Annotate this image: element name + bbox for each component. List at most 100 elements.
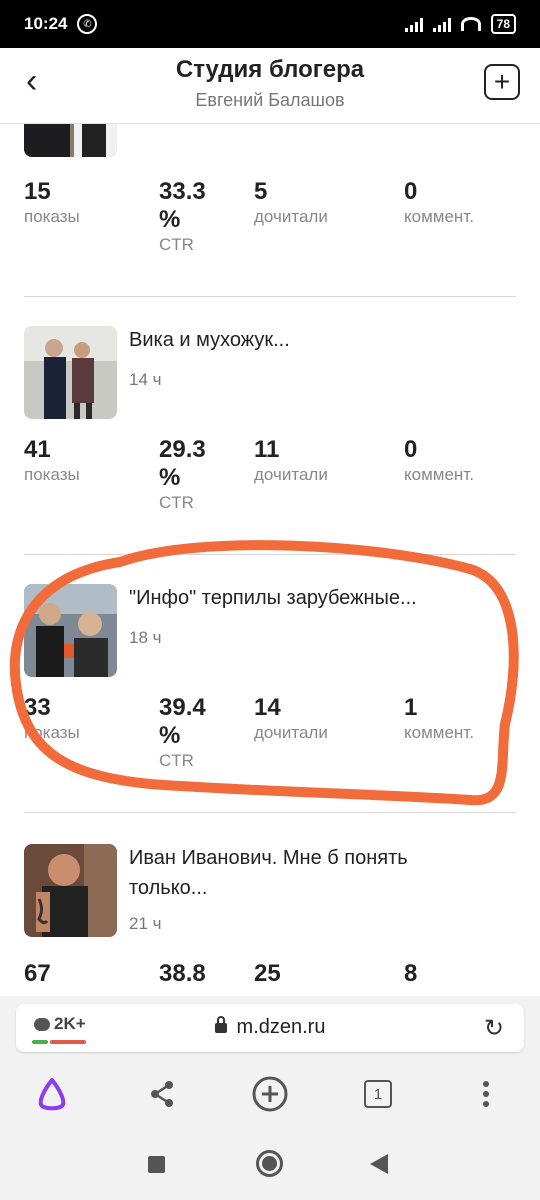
- stat-ctr-value: 39.4 %: [159, 694, 206, 749]
- triangle-back-icon: [370, 1154, 388, 1174]
- url-bar[interactable]: 2K+ m.dzen.ru ↻: [16, 1004, 524, 1052]
- stat-read-value: 25: [254, 960, 281, 987]
- stat-ctr: 39.4 % CTR: [159, 694, 219, 772]
- new-tab-button[interactable]: [248, 1072, 292, 1116]
- tab-count: 1: [373, 1085, 383, 1103]
- posts-list: 15 показы 33.3 % CTR 5 дочитали 0 коммен…: [0, 124, 540, 996]
- square-icon: [148, 1156, 165, 1173]
- stat-read-label: дочитали: [254, 465, 328, 484]
- circle-icon: [256, 1150, 283, 1177]
- stat-read-label: дочитали: [254, 723, 328, 742]
- stat-ctr: 29.3 % CTR: [159, 436, 219, 514]
- stat-comments-value: 1: [404, 694, 418, 721]
- stat-ctr-value: 38.8: [159, 960, 206, 987]
- alice-icon: [38, 1078, 66, 1111]
- back-button[interactable]: [370, 1154, 388, 1179]
- browser-toolbar: 1: [0, 1058, 540, 1128]
- viber-icon: ✆: [77, 14, 98, 34]
- post-title[interactable]: "Инфо" терпилы зарубежные...: [129, 584, 417, 613]
- share-button[interactable]: [140, 1072, 184, 1116]
- stat-ctr: 33.3 % CTR: [159, 178, 219, 256]
- recent-apps-button[interactable]: [148, 1156, 165, 1173]
- status-bar: 10:24 ✆ 78: [0, 0, 540, 48]
- system-nav-bar: [0, 1128, 540, 1200]
- stat-ctr-value: 33.3 %: [159, 178, 206, 233]
- stat-comments-label: коммент.: [404, 207, 474, 226]
- stat-ctr-label: CTR: [159, 751, 194, 770]
- stat-views-label: показы: [24, 207, 80, 226]
- stat-read: 14 дочитали: [254, 694, 328, 744]
- post-age: 14 ч: [129, 370, 162, 389]
- stat-views-value: 33: [24, 694, 51, 721]
- status-time: 10:24: [24, 14, 68, 33]
- post-title-line2[interactable]: только...: [129, 874, 207, 903]
- post-item[interactable]: 15 показы 33.3 % CTR 5 дочитали 0 коммен…: [24, 124, 516, 334]
- stat-read-value: 5: [254, 178, 268, 205]
- stat-read: 25: [254, 960, 281, 988]
- post-thumbnail: [24, 124, 117, 157]
- post-title[interactable]: Вика и мухожук...: [129, 326, 290, 355]
- more-menu-button[interactable]: [464, 1072, 508, 1116]
- stat-comments-value: 0: [404, 436, 418, 463]
- plus-circle-icon: [252, 1076, 288, 1112]
- home-button[interactable]: [256, 1150, 283, 1177]
- stat-comments-value: 0: [404, 178, 418, 205]
- divider: [24, 812, 516, 813]
- stat-comments-value: 8: [404, 960, 418, 987]
- stat-comments: 1 коммент.: [404, 694, 474, 744]
- alice-button[interactable]: [30, 1072, 74, 1116]
- stat-views: 33 показы: [24, 694, 80, 744]
- divider: [24, 296, 516, 297]
- stat-ctr-label: CTR: [159, 493, 194, 512]
- stat-read: 5 дочитали: [254, 178, 328, 228]
- stat-ctr: 38.8: [159, 960, 206, 988]
- stat-views: 67: [24, 960, 51, 988]
- post-thumbnail: [24, 844, 117, 937]
- add-post-button[interactable]: +: [484, 64, 520, 100]
- stat-ctr-label: CTR: [159, 235, 194, 254]
- reload-icon[interactable]: ↻: [484, 1014, 504, 1043]
- post-thumbnail: [24, 326, 117, 419]
- divider: [24, 554, 516, 555]
- stat-comments-label: коммент.: [404, 465, 474, 484]
- browser-url-area: 2K+ m.dzen.ru ↻: [0, 996, 540, 1058]
- stat-views: 41 показы: [24, 436, 80, 486]
- badge-bars: [32, 1040, 86, 1044]
- tabs-button[interactable]: 1: [356, 1072, 400, 1116]
- stat-views-label: показы: [24, 723, 80, 742]
- page-title: Студия блогера: [175, 56, 365, 83]
- post-age: 18 ч: [129, 628, 162, 647]
- app-header: ‹ Студия блогера Евгений Балашов +: [0, 48, 540, 124]
- stat-read-value: 11: [254, 436, 280, 463]
- page-subtitle: Евгений Балашов: [195, 90, 345, 110]
- stat-read-label: дочитали: [254, 207, 328, 226]
- post-age: 21 ч: [129, 914, 162, 933]
- post-item[interactable]: Иван Иванович. Мне б понять только... 21…: [24, 844, 516, 996]
- stat-read-value: 14: [254, 694, 281, 721]
- post-thumbnail: [24, 584, 117, 677]
- stat-comments: 0 коммент.: [404, 436, 474, 486]
- wifi-icon: [460, 17, 481, 31]
- share-icon: [151, 1081, 173, 1107]
- stat-read: 11 дочитали: [254, 436, 328, 486]
- battery-icon: 78: [490, 14, 516, 34]
- stat-comments: 0 коммент.: [404, 178, 474, 228]
- stat-views-value: 15: [24, 178, 51, 205]
- stat-views-value: 67: [24, 960, 51, 987]
- more-vertical-icon: [483, 1081, 489, 1107]
- stat-ctr-value: 29.3 %: [159, 436, 206, 491]
- url-text[interactable]: m.dzen.ru: [16, 1015, 524, 1039]
- lock-icon: [214, 1015, 227, 1033]
- signal-icon: [404, 16, 423, 32]
- stat-views-label: показы: [24, 465, 80, 484]
- stat-comments: 8: [404, 960, 417, 988]
- post-item[interactable]: Вика и мухожук... 14 ч 41 показы 29.3 % …: [24, 326, 516, 556]
- post-title[interactable]: Иван Иванович. Мне б понять: [129, 844, 408, 873]
- tabs-icon: 1: [364, 1080, 392, 1108]
- url-label: m.dzen.ru: [236, 1016, 326, 1038]
- stat-comments-label: коммент.: [404, 723, 474, 742]
- stat-views: 15 показы: [24, 178, 80, 228]
- post-item[interactable]: "Инфо" терпилы зарубежные... 18 ч 33 пок…: [24, 584, 516, 814]
- signal-icon-2: [432, 16, 451, 32]
- stat-views-value: 41: [24, 436, 51, 463]
